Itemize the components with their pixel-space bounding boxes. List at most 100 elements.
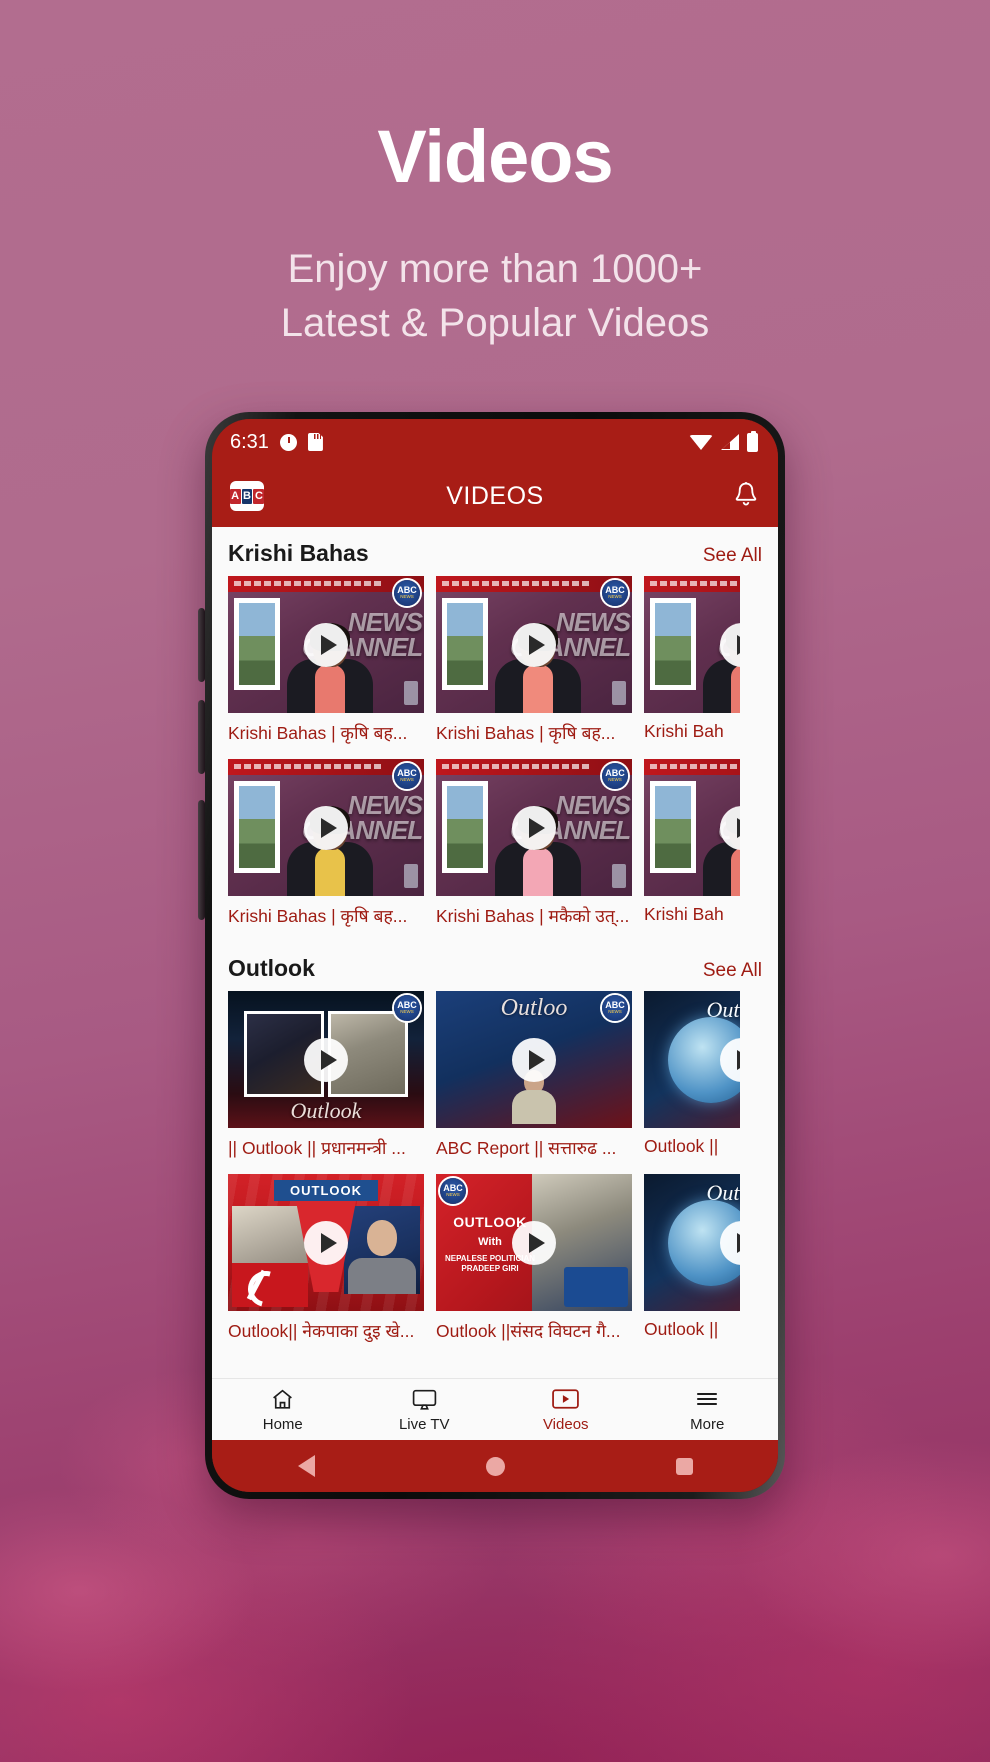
play-icon[interactable] xyxy=(512,805,556,850)
status-bar-time: 6:31 xyxy=(230,430,269,453)
video-thumbnail[interactable]: Outlook xyxy=(644,991,740,1128)
play-icon[interactable] xyxy=(304,805,348,850)
video-card[interactable]: NEWS CHANNEL ABC NEWS Krishi Bahas | कृषि … xyxy=(436,576,632,755)
video-caption[interactable]: Krishi Bah xyxy=(644,713,740,752)
video-caption[interactable]: || Outlook || प्रधानमन्त्री ... xyxy=(228,1128,424,1170)
video-caption[interactable]: Krishi Bahas | कृषि बह... xyxy=(436,713,632,755)
home-icon xyxy=(270,1386,295,1412)
video-row[interactable]: NEWS CHANNEL ABC NEWS Krishi Bahas | कृषि … xyxy=(212,576,778,759)
video-thumbnail[interactable]: OUTLOOK With NEPALESE POLITICIAN PRADEEP … xyxy=(436,1174,632,1311)
video-card[interactable]: Outloo ABC NEWS ABC Report || सत्तारुढ ..… xyxy=(436,991,632,1170)
studio-glass xyxy=(404,864,418,888)
play-icon[interactable] xyxy=(304,1220,348,1265)
video-caption[interactable]: ABC Report || सत्तारुढ ... xyxy=(436,1128,632,1170)
studio-desk xyxy=(564,1267,628,1307)
studio-glass xyxy=(612,681,626,705)
sd-card-icon xyxy=(307,433,323,451)
bell-icon[interactable] xyxy=(732,481,760,511)
phone-button-volume-down[interactable] xyxy=(198,700,205,774)
phone-mockup: 6:31 A B C VIDEOS Krishi Bahas See All N… xyxy=(205,412,785,1499)
studio-window xyxy=(650,781,696,873)
video-caption[interactable]: Outlook|| नेकपाका दुइ खे... xyxy=(228,1311,424,1353)
studio-glass xyxy=(404,681,418,705)
video-caption[interactable]: Krishi Bahas | कृषि बह... xyxy=(228,896,424,938)
play-icon[interactable] xyxy=(512,1220,556,1265)
abc-watermark-icon: ABC NEWS xyxy=(394,580,420,606)
studio-glass xyxy=(612,864,626,888)
video-thumbnail[interactable]: NEWS CHANNEL ABC NEWS xyxy=(228,759,424,896)
video-thumbnail[interactable]: Outlook xyxy=(644,1174,740,1311)
nav-item-videos[interactable]: Videos xyxy=(495,1386,637,1433)
play-icon[interactable] xyxy=(512,1037,556,1082)
hero-subtitle-line2: Latest & Popular Videos xyxy=(280,301,710,345)
anchor-shirt xyxy=(314,665,345,713)
abc-watermark-icon: ABC NEWS xyxy=(394,763,420,789)
video-card[interactable]: NEWS CHANNEL ABC NEWS Krishi Bahas | कृषि … xyxy=(228,759,424,938)
see-all-link-krishi-bahas[interactable]: See All xyxy=(703,545,762,567)
phone-screen: 6:31 A B C VIDEOS Krishi Bahas See All N… xyxy=(212,419,778,1492)
recents-square-icon[interactable] xyxy=(675,1457,693,1475)
home-circle-icon[interactable] xyxy=(485,1456,505,1476)
bottom-navigation[interactable]: Home Live TV Videos More xyxy=(212,1378,778,1440)
logo-letter-b: B xyxy=(241,488,253,504)
android-navigation-bar[interactable] xyxy=(212,1440,778,1492)
section-title: Outlook xyxy=(228,955,315,981)
see-all-link-outlook[interactable]: See All xyxy=(703,960,762,982)
video-thumbnail[interactable]: Outloo ABC NEWS xyxy=(436,991,632,1128)
video-card[interactable]: Outlook ABC NEWS || Outlook || प्रधानमन्त… xyxy=(228,991,424,1170)
abc-logo[interactable]: A B C xyxy=(229,481,265,511)
play-icon[interactable] xyxy=(512,622,556,667)
nav-label: Videos xyxy=(542,1416,589,1433)
video-thumbnail[interactable]: Outlook ABC NEWS xyxy=(228,991,424,1128)
app-bar-title: VIDEOS xyxy=(446,481,544,510)
video-thumbnail[interactable]: NEWSCHANNEL xyxy=(644,576,740,713)
video-card[interactable]: OUTLOOK Outlook|| नेकपाका दुइ खे... xyxy=(228,1174,424,1353)
nav-item-more[interactable]: More xyxy=(637,1386,779,1433)
play-icon[interactable] xyxy=(304,1037,348,1082)
logo-letter-a: A xyxy=(229,488,241,504)
video-card[interactable]: NEWS CHANNEL ABC NEWS Krishi Bahas | कृषि … xyxy=(228,576,424,755)
back-icon[interactable] xyxy=(297,1455,315,1477)
video-thumbnail[interactable]: NEWS CHANNEL ABC NEWS xyxy=(436,576,632,713)
video-caption[interactable]: Outlook ||संसद विघटन गै... xyxy=(436,1311,632,1353)
phone-button-power[interactable] xyxy=(198,800,205,920)
video-card[interactable]: OUTLOOK With NEPALESE POLITICIAN PRADEEP … xyxy=(436,1174,632,1353)
video-feed[interactable]: Krishi Bahas See All NEWS CHANNEL ABC NEWS xyxy=(212,527,778,1378)
video-thumbnail[interactable]: NEWS CHANNEL ABC NEWS xyxy=(228,576,424,713)
video-row[interactable]: OUTLOOK Outlook|| नेकपाका दुइ खे... OUTL… xyxy=(212,1174,778,1357)
video-play-icon xyxy=(551,1386,580,1412)
video-thumbnail[interactable]: NEWSCHANNEL xyxy=(644,759,740,896)
anchor-shirt xyxy=(522,665,553,713)
wifi-icon xyxy=(689,434,713,450)
studio-window xyxy=(442,598,488,690)
nav-item-home[interactable]: Home xyxy=(212,1386,354,1433)
hero-section: Videos Enjoy more than 1000+ Latest & Po… xyxy=(0,0,990,350)
video-row[interactable]: Outlook ABC NEWS || Outlook || प्रधानमन्त… xyxy=(212,991,778,1174)
video-card[interactable]: NEWS CHANNEL ABC NEWS Krishi Bahas | मकैको… xyxy=(436,759,632,938)
abc-watermark-icon: ABC NEWS xyxy=(602,580,628,606)
video-card[interactable]: NEWSCHANNEL Krishi Bah xyxy=(644,576,740,755)
outlook-overlay-text: OUTLOOK xyxy=(274,1180,378,1201)
video-caption[interactable]: Outlook || xyxy=(644,1311,740,1350)
video-thumbnail[interactable]: OUTLOOK xyxy=(228,1174,424,1311)
video-row[interactable]: NEWS CHANNEL ABC NEWS Krishi Bahas | कृषि … xyxy=(212,759,778,942)
phone-button-volume-up[interactable] xyxy=(198,608,205,682)
outlook-overlay-text: Outlook xyxy=(290,1098,362,1123)
video-caption[interactable]: Krishi Bahas | कृषि बह... xyxy=(228,713,424,755)
status-bar: 6:31 xyxy=(212,419,778,465)
play-icon[interactable] xyxy=(304,622,348,667)
video-card[interactable]: Outlook Outlook || xyxy=(644,1174,740,1353)
video-card[interactable]: NEWSCHANNEL Krishi Bah xyxy=(644,759,740,938)
video-caption[interactable]: Krishi Bahas | मकैको उत्... xyxy=(436,896,632,938)
hamburger-menu-icon xyxy=(694,1386,720,1412)
nav-item-live-tv[interactable]: Live TV xyxy=(354,1386,496,1433)
video-card[interactable]: Outlook Outlook || xyxy=(644,991,740,1170)
video-thumbnail[interactable]: NEWS CHANNEL ABC NEWS xyxy=(436,759,632,896)
hero-subtitle-line1: Enjoy more than 1000+ xyxy=(287,247,703,291)
abc-watermark-icon: ABC NEWS xyxy=(440,1178,466,1204)
video-caption[interactable]: Outlook || xyxy=(644,1128,740,1167)
logo-letter-c: C xyxy=(253,488,265,504)
video-caption[interactable]: Krishi Bah xyxy=(644,896,740,935)
section-header-krishi-bahas: Krishi Bahas See All xyxy=(212,527,778,576)
thumb-pane-right xyxy=(344,1206,420,1294)
